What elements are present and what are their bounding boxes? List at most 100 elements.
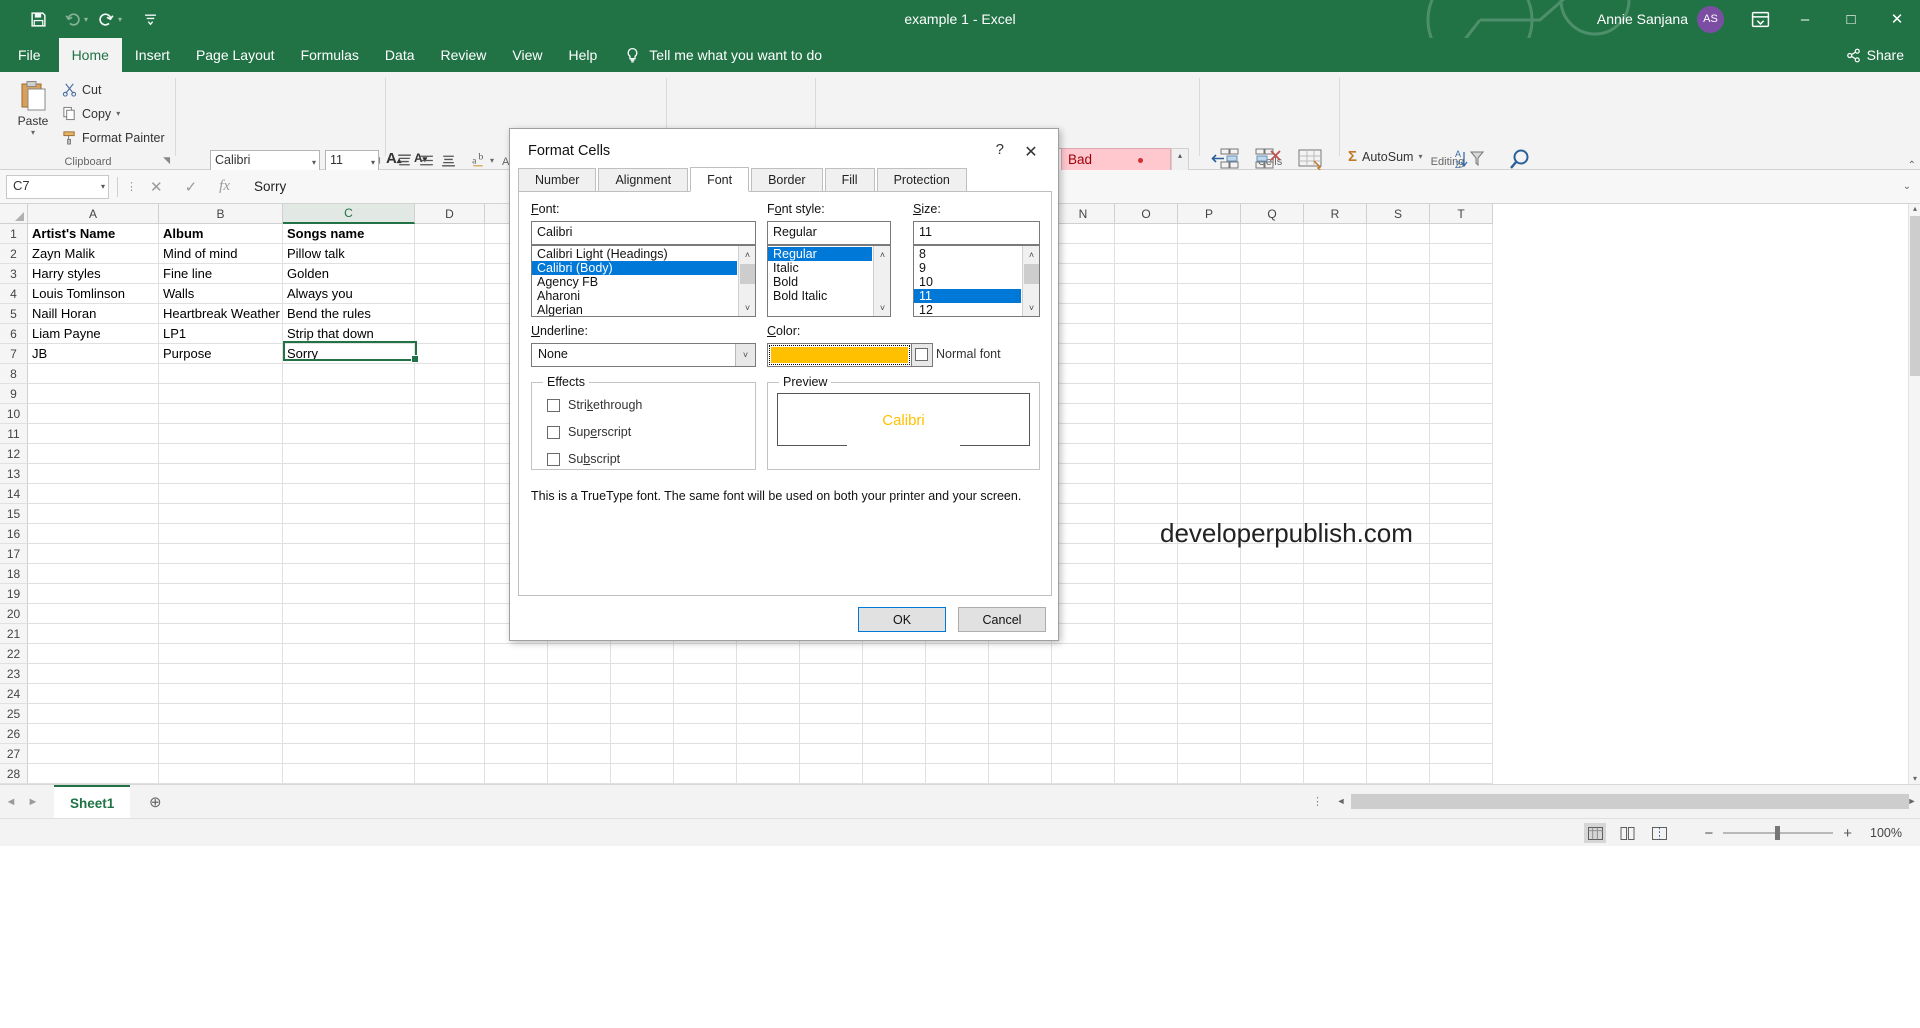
grid-cell[interactable] (159, 544, 283, 564)
grid-cell[interactable] (1052, 424, 1115, 444)
grid-cell[interactable] (1178, 704, 1241, 724)
formula-input[interactable]: Sorry (242, 175, 1894, 199)
grid-cell[interactable] (1178, 624, 1241, 644)
grid-cell[interactable] (28, 504, 159, 524)
grid-cell[interactable]: Zayn Malik (28, 244, 159, 264)
grid-cell[interactable] (1052, 364, 1115, 384)
grid-cell[interactable] (611, 644, 674, 664)
table-row[interactable]: 23 (0, 664, 1493, 684)
grid-cell[interactable] (989, 684, 1052, 704)
row-header[interactable]: 10 (0, 404, 28, 424)
grid-cell[interactable] (1241, 284, 1304, 304)
grid-cell[interactable] (1241, 724, 1304, 744)
underline-dropdown-icon[interactable]: ˅ (735, 344, 755, 366)
grid-cell[interactable] (1241, 444, 1304, 464)
grid-cell[interactable]: Fine line (159, 264, 283, 284)
grid-cell[interactable] (1430, 744, 1493, 764)
grid-cell[interactable] (1115, 644, 1178, 664)
grid-cell[interactable] (1304, 464, 1367, 484)
grid-cell[interactable]: LP1 (159, 324, 283, 344)
grid-cell[interactable] (415, 264, 485, 284)
grid-cell[interactable] (800, 764, 863, 784)
grid-cell[interactable] (1178, 464, 1241, 484)
column-header-q[interactable]: Q (1241, 204, 1304, 224)
grid-cell[interactable] (1115, 624, 1178, 644)
font-style-list-items[interactable]: RegularItalicBoldBold Italic (768, 247, 872, 303)
grid-cell[interactable] (485, 684, 548, 704)
grid-cell[interactable]: Artist's Name (28, 224, 159, 244)
zoom-level-label[interactable]: 100% (1862, 826, 1902, 840)
grid-cell[interactable] (415, 284, 485, 304)
grid-cell[interactable] (1241, 324, 1304, 344)
row-header[interactable]: 16 (0, 524, 28, 544)
grid-cell[interactable] (28, 364, 159, 384)
grid-cell[interactable] (28, 584, 159, 604)
row-header[interactable]: 19 (0, 584, 28, 604)
grid-cell[interactable] (1241, 684, 1304, 704)
grid-cell[interactable] (1367, 444, 1430, 464)
grid-cell[interactable] (415, 304, 485, 324)
grid-cell[interactable] (1178, 364, 1241, 384)
grid-cell[interactable] (1115, 464, 1178, 484)
avatar[interactable]: AS (1697, 6, 1724, 33)
font-name-field[interactable]: Calibri (531, 221, 756, 245)
grid-cell[interactable] (28, 404, 159, 424)
font-list-scrollbar[interactable]: ˄ ˅ (738, 246, 755, 316)
grid-cell[interactable] (1052, 624, 1115, 644)
grid-cell[interactable] (1367, 684, 1430, 704)
font-style-scroll-up-icon[interactable]: ˄ (874, 246, 891, 263)
grid-cell[interactable] (548, 764, 611, 784)
zoom-controls[interactable]: − + 100% (1704, 819, 1902, 847)
grid-cell[interactable] (28, 484, 159, 504)
normal-font-row[interactable]: Normal font (915, 347, 1001, 361)
grid-cell[interactable] (1052, 724, 1115, 744)
grid-cell[interactable] (1430, 524, 1493, 544)
ribbon-tab-view[interactable]: View (499, 38, 555, 72)
size-list-item[interactable]: 11 (914, 289, 1021, 303)
grid-cell[interactable] (1430, 604, 1493, 624)
font-style-list[interactable]: RegularItalicBoldBold Italic ˄ ˅ (767, 245, 891, 317)
grid-cell[interactable]: Heartbreak Weather (159, 304, 283, 324)
grid-cell[interactable]: Purpose (159, 344, 283, 364)
font-style-list-item[interactable]: Bold (768, 275, 872, 289)
grid-cell[interactable] (1241, 744, 1304, 764)
dialog-tab-alignment[interactable]: Alignment (598, 168, 688, 191)
grid-cell[interactable] (1367, 344, 1430, 364)
grid-cell[interactable] (283, 464, 415, 484)
grid-cell[interactable] (159, 764, 283, 784)
grid-cell[interactable] (548, 644, 611, 664)
grid-cell[interactable] (1178, 604, 1241, 624)
format-painter-button[interactable]: Format Painter (62, 130, 165, 145)
font-style-scrollbar[interactable]: ˄ ˅ (873, 246, 890, 316)
grid-cell[interactable] (1367, 304, 1430, 324)
grid-cell[interactable] (548, 744, 611, 764)
grid-cell[interactable] (283, 644, 415, 664)
grid-cell[interactable] (1178, 404, 1241, 424)
grid-cell[interactable] (674, 644, 737, 664)
grid-cell[interactable] (1367, 424, 1430, 444)
grid-cell[interactable] (283, 704, 415, 724)
grid-cell[interactable] (1304, 364, 1367, 384)
subscript-row[interactable]: Subscript (547, 452, 620, 466)
grid-cell[interactable] (1115, 564, 1178, 584)
grid-cell[interactable] (548, 704, 611, 724)
grid-cell[interactable] (415, 424, 485, 444)
grid-cell[interactable] (28, 564, 159, 584)
grid-cell[interactable] (1367, 364, 1430, 384)
grid-cell[interactable] (28, 544, 159, 564)
grid-cell[interactable]: Album (159, 224, 283, 244)
grid-cell[interactable] (1178, 664, 1241, 684)
grid-cell[interactable] (28, 604, 159, 624)
grid-cell[interactable] (159, 484, 283, 504)
font-list-items[interactable]: Calibri Light (Headings)Calibri (Body)Ag… (532, 247, 737, 317)
grid-cell[interactable] (1115, 264, 1178, 284)
grid-cell[interactable] (415, 704, 485, 724)
ribbon-tab-home[interactable]: Home (59, 38, 122, 72)
grid-cell[interactable] (1052, 644, 1115, 664)
orientation-button[interactable]: ab (470, 152, 487, 172)
grid-cell[interactable] (1367, 704, 1430, 724)
grid-cell[interactable]: Harry styles (28, 264, 159, 284)
font-size-dropdown-icon[interactable]: ▾ (371, 158, 375, 167)
table-row[interactable]: 25 (0, 704, 1493, 724)
grid-cell[interactable]: Always you (283, 284, 415, 304)
